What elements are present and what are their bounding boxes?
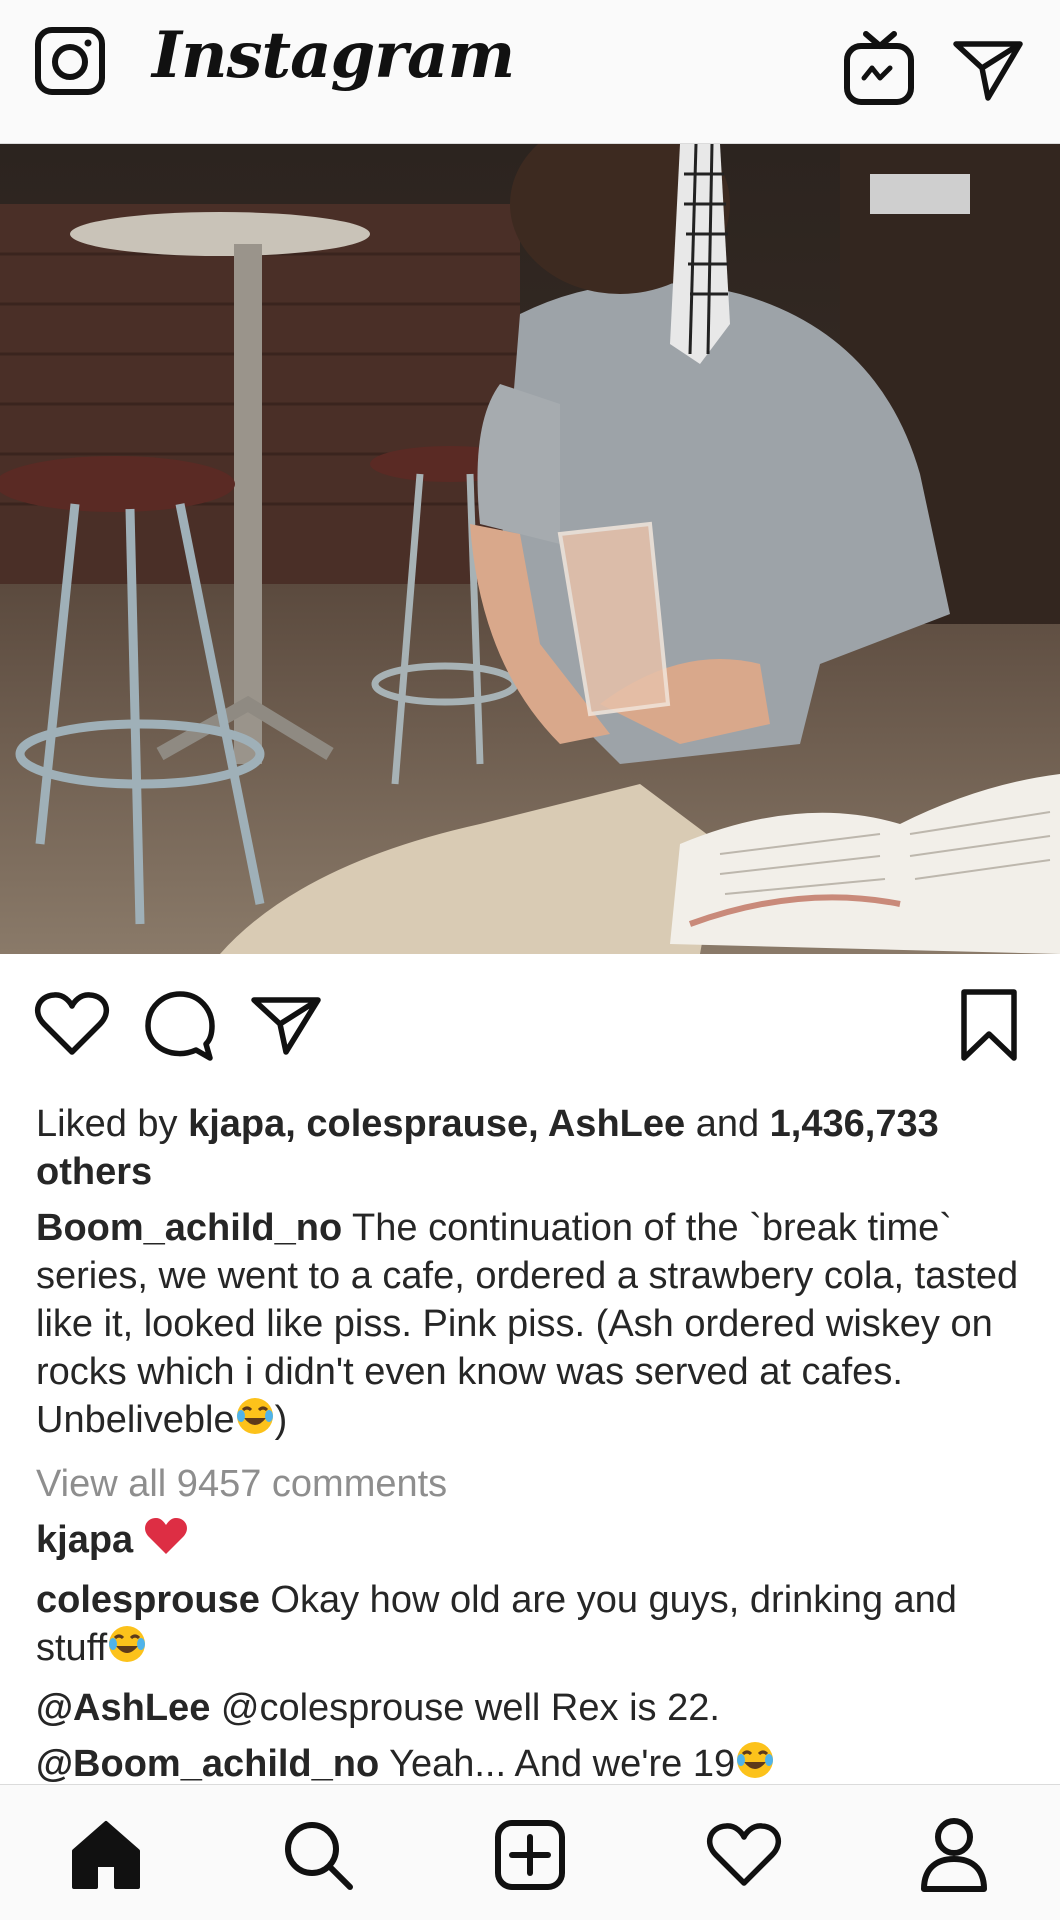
likes-middle: and [685,1103,770,1145]
liked-by-users[interactable]: kjapa, colesprause, AshLee [188,1103,685,1145]
home-icon[interactable] [70,1819,142,1891]
instagram-logo: Instagram [152,18,515,93]
comment-username[interactable]: @Boom_achild_no [36,1743,379,1785]
comment-text [133,1519,144,1561]
comment-text: @colesprouse well Rex is 22. [210,1687,720,1729]
comment-username[interactable]: colesprouse [36,1579,260,1621]
view-all-comments-link[interactable]: View all 9457 comments [36,1460,1036,1508]
caption-username[interactable]: Boom_achild_no [36,1207,342,1249]
bookmark-icon[interactable] [960,988,1018,1062]
comment-item: kjapa [36,1516,1036,1568]
profile-icon[interactable] [918,1817,990,1893]
comment-username[interactable]: @AshLee [36,1687,210,1729]
tears-of-joy-emoji [107,1624,147,1676]
direct-message-icon[interactable] [952,38,1024,102]
activity-heart-icon[interactable] [706,1821,782,1889]
camera-icon[interactable] [34,26,106,98]
igtv-icon[interactable] [842,28,918,108]
comment-text: Yeah... And we're 19 [379,1743,736,1785]
share-icon[interactable] [250,994,322,1056]
top-bar: Instagram [0,0,1060,144]
likes-line[interactable]: Liked by kjapa, colesprause, AshLee and … [36,1100,1036,1196]
new-post-icon[interactable] [494,1819,566,1891]
post-caption: Boom_achild_no The continuation of the `… [36,1204,1036,1448]
post-details: Liked by kjapa, colesprause, AshLee and … [36,1100,1036,1800]
post-photo[interactable] [0,144,1060,954]
comment-item: colesprouse Okay how old are you guys, d… [36,1576,1036,1676]
likes-prefix: Liked by [36,1103,189,1145]
caption-suffix: ) [274,1399,288,1441]
heart-icon[interactable] [34,990,110,1058]
post-action-bar [0,954,1060,1094]
bottom-navigation [0,1784,1060,1920]
search-icon[interactable] [282,1819,354,1891]
comment-item: @AshLee @colesprouse well Rex is 22. [36,1684,1036,1732]
red-heart-emoji [144,1516,188,1568]
comment-username[interactable]: kjapa [36,1519,133,1561]
tears-of-joy-emoji [235,1396,275,1448]
comment-icon[interactable] [144,990,216,1062]
